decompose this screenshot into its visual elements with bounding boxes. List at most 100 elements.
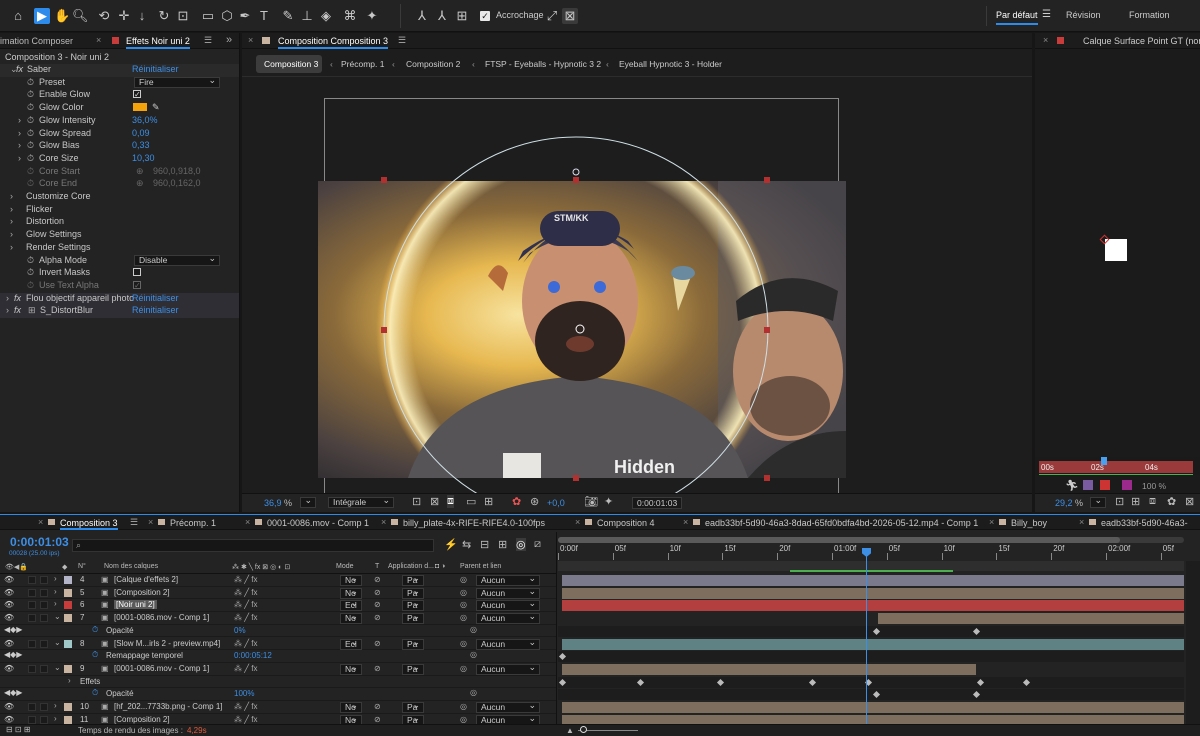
parent-dropdown[interactable]: Aucun bbox=[476, 638, 540, 650]
effect-row-13[interactable]: › Glow Settings bbox=[0, 229, 240, 242]
panel-menu-icon[interactable]: ☰ bbox=[130, 517, 138, 528]
crumb-precomp-1[interactable]: Précomp. 1 bbox=[341, 54, 384, 74]
twirl-icon[interactable]: › bbox=[10, 216, 13, 226]
twirl-icon[interactable]: › bbox=[10, 191, 13, 201]
preserve-transparency-icon[interactable]: ⊘ bbox=[374, 639, 381, 648]
color-swatch-purple[interactable] bbox=[1083, 480, 1093, 490]
lock-toggle[interactable] bbox=[28, 576, 36, 584]
twirl-icon[interactable]: › bbox=[54, 599, 57, 608]
pickwhip-icon[interactable]: ◎ bbox=[460, 715, 467, 724]
stopwatch-icon[interactable]: ⏱ bbox=[27, 166, 34, 177]
run-icon[interactable]: 🏃︎ bbox=[1065, 479, 1079, 492]
transparency-grid-icon[interactable]: ⊠ bbox=[430, 495, 439, 508]
exposure-value[interactable]: +0,0 bbox=[547, 498, 565, 508]
keyframe-nav-icon[interactable]: ◀◆▶ bbox=[4, 650, 22, 659]
close-icon[interactable]: × bbox=[248, 35, 253, 45]
pickwhip-icon[interactable]: ◎ bbox=[460, 575, 467, 584]
label-toggle[interactable] bbox=[40, 576, 48, 584]
channel-icon[interactable]: ✿ bbox=[512, 495, 521, 508]
snapshot-region-icon[interactable]: ⊡ bbox=[412, 495, 421, 508]
effect-value[interactable]: Réinitialiser bbox=[132, 305, 179, 315]
tab-layer[interactable]: Calque Surface Point GT (norma bbox=[1083, 36, 1200, 46]
twirl-icon[interactable]: › bbox=[54, 714, 57, 723]
effect-value[interactable]: 10,30 bbox=[132, 153, 155, 163]
workspace-default[interactable]: Par défaut bbox=[996, 10, 1038, 25]
blend-mode-dropdown[interactable]: No bbox=[340, 663, 362, 675]
effect-row-1[interactable]: ⏱ Preset Fire bbox=[0, 76, 240, 90]
layer-name[interactable]: [hf_202...7733b.png - Comp 1] bbox=[114, 702, 223, 711]
close-icon[interactable]: × bbox=[683, 517, 688, 527]
layer-time-bar[interactable] bbox=[1039, 461, 1193, 473]
selection-tool-icon[interactable]: ▶ bbox=[34, 8, 50, 24]
zoom-out-icon[interactable]: ▲ bbox=[566, 726, 574, 735]
zoom-tool-icon[interactable]: 🔍︎ bbox=[72, 8, 89, 24]
layer-name[interactable]: [Composition 2] bbox=[114, 588, 170, 597]
effect-row-10[interactable]: › Customize Core bbox=[0, 191, 240, 204]
layer-duration-bar[interactable] bbox=[562, 702, 1184, 713]
type-tool-icon[interactable]: T bbox=[256, 8, 272, 24]
effect-value[interactable]: 0,33 bbox=[132, 140, 150, 150]
name-header[interactable]: Nom des calques bbox=[104, 563, 158, 570]
eyedropper-icon[interactable]: ✎ bbox=[152, 102, 160, 113]
crumb-eyeballs[interactable]: FTSP - Eyeballs - Hypnotic 3 2 bbox=[485, 54, 601, 74]
twirl-icon[interactable]: › bbox=[18, 128, 21, 138]
twirl-icon[interactable]: › bbox=[10, 204, 13, 214]
layer-row[interactable]: 👁︎ ⌄ 9 ▣ [0001-0086.mov - Comp 1] ⁂ ╱ fx No ⊘ Pa… bbox=[0, 663, 556, 676]
tab-animation-composer[interactable]: imation Composer bbox=[0, 36, 73, 46]
label-toggle[interactable] bbox=[40, 664, 48, 673]
parent-dropdown[interactable]: Aucun bbox=[476, 574, 540, 586]
roto-brush-icon[interactable]: ⌘ bbox=[342, 8, 358, 24]
mask-visibility-icon[interactable]: ⧈ bbox=[447, 495, 454, 508]
panel-menu-icon[interactable]: ☰ bbox=[204, 35, 212, 46]
label-toggle[interactable] bbox=[40, 715, 48, 724]
layer-name[interactable]: [0001-0086.mov - Comp 1] bbox=[114, 664, 209, 673]
snap-options-icon[interactable]: ⤢ bbox=[544, 8, 560, 24]
twirl-icon[interactable]: › bbox=[54, 587, 57, 596]
twirl-icon[interactable]: › bbox=[18, 140, 21, 150]
track-matte-dropdown[interactable]: Pa bbox=[402, 638, 424, 650]
crumb-composition-3[interactable]: Composition 3 bbox=[264, 54, 318, 74]
twirl-icon[interactable]: › bbox=[6, 305, 9, 315]
layer-switches-icon[interactable]: ⁂ ╱ fx bbox=[234, 639, 257, 648]
twirl-icon[interactable]: › bbox=[18, 153, 21, 163]
keyframe-nav-icon[interactable]: ◀◆▶ bbox=[4, 688, 22, 697]
layer-duration-bar[interactable] bbox=[562, 663, 976, 675]
twirl-icon[interactable]: › bbox=[54, 574, 57, 583]
tab-effects[interactable]: Effets Noir uni 2 bbox=[126, 36, 190, 49]
layer-row[interactable]: 👁︎ ⌄ 8 ▣ [Slow M...irls 2 - preview.mp4] ⁂ ╱ … bbox=[0, 638, 556, 651]
mask-icon[interactable]: ⧈ bbox=[1149, 495, 1156, 508]
property-value[interactable]: 0:00:05:12 bbox=[234, 651, 272, 660]
twirl-icon[interactable]: › bbox=[68, 676, 71, 685]
viewer-timecode[interactable]: 0:00:01:03 bbox=[632, 497, 682, 509]
close-icon[interactable]: × bbox=[381, 517, 386, 527]
graph-editor-icon[interactable]: ⧄ bbox=[534, 538, 541, 551]
preserve-transparency-icon[interactable]: ⊘ bbox=[374, 613, 381, 622]
crumb-holder[interactable]: Eyeball Hypnotic 3 - Holder bbox=[619, 54, 722, 74]
blend-mode-dropdown[interactable]: Ecl bbox=[340, 638, 362, 650]
layer-switches-icon[interactable]: ⁂ ╱ fx bbox=[234, 600, 257, 609]
blend-mode-dropdown[interactable]: No bbox=[340, 574, 362, 586]
layer-switches-icon[interactable]: ⁂ ╱ fx bbox=[234, 588, 257, 597]
layer-zoom-dropdown[interactable] bbox=[1090, 496, 1106, 508]
close-icon[interactable]: × bbox=[96, 35, 101, 45]
channel-icon[interactable]: ✿ bbox=[1167, 495, 1176, 508]
close-icon[interactable]: × bbox=[38, 517, 43, 527]
effect-row-7[interactable]: › ⏱ Core Size 10,30 bbox=[0, 153, 240, 166]
stopwatch-icon[interactable]: ⏱ bbox=[27, 102, 34, 113]
color-swatch-red[interactable] bbox=[1100, 480, 1110, 490]
axis-view-icon[interactable]: ⊞ bbox=[454, 8, 470, 24]
color-swatch[interactable] bbox=[133, 103, 147, 112]
orbit-camera-icon[interactable]: ⟲ bbox=[96, 8, 112, 24]
label-color-icon[interactable] bbox=[64, 715, 72, 724]
label-color-icon[interactable] bbox=[64, 588, 72, 597]
brush-tool-icon[interactable]: ✎ bbox=[280, 8, 296, 24]
expand-panel-icon[interactable]: » bbox=[226, 34, 232, 46]
stopwatch-icon[interactable]: ⏱ bbox=[27, 255, 34, 266]
blend-mode-dropdown[interactable]: No bbox=[340, 612, 362, 625]
property-row[interactable]: › Effets bbox=[0, 676, 556, 689]
rectangle-tool-icon[interactable]: ▭ bbox=[200, 8, 216, 24]
lock-toggle[interactable] bbox=[28, 614, 36, 623]
parent-dropdown[interactable]: Aucun bbox=[476, 599, 540, 612]
lock-toggle[interactable] bbox=[28, 715, 36, 724]
layer-duration-bar[interactable] bbox=[562, 600, 1184, 612]
